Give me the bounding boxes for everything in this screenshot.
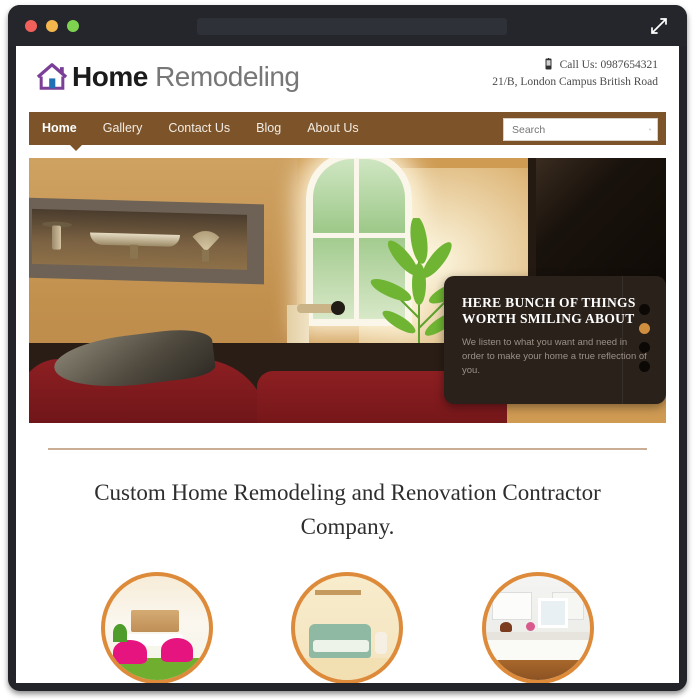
search-box[interactable] [503, 118, 658, 141]
slider-dot-2[interactable] [639, 323, 650, 334]
door-knob [331, 301, 345, 315]
living-rug [295, 658, 400, 680]
browser-window: Home Remodeling Call Us: 0987654321 21/B… [8, 5, 687, 691]
window-controls [25, 20, 79, 32]
page-headline: Custom Home Remodeling and Renovation Co… [94, 480, 601, 539]
dining-chair-right [161, 638, 194, 662]
slider-dot-3[interactable] [639, 342, 650, 353]
dining-room-thumbnail[interactable] [101, 572, 214, 683]
kitchen-window [537, 598, 568, 628]
hero-caption-title: HERE BUNCH OF THINGS WORTH SMILING ABOUT [462, 295, 636, 326]
wall-niche [29, 197, 264, 285]
site-logo[interactable]: Home Remodeling [36, 61, 300, 93]
nav-item-blog[interactable]: Blog [243, 112, 294, 145]
slider-dot-1[interactable] [639, 304, 650, 315]
section-divider [48, 448, 647, 450]
address-bar[interactable] [197, 18, 507, 35]
main-navigation: Home Gallery Contact Us Blog About Us [29, 112, 666, 151]
caption-divider [622, 276, 623, 404]
contact-info: Call Us: 0987654321 21/B, London Campus … [492, 57, 658, 91]
search-icon[interactable] [649, 123, 651, 136]
slider-dot-4[interactable] [639, 361, 650, 372]
niche-interior [32, 208, 247, 270]
phone-line: Call Us: 0987654321 [492, 57, 658, 74]
dining-plant [113, 624, 128, 642]
logo-bold-text: Home [72, 61, 148, 92]
nav-list: Home Gallery Contact Us Blog About Us [29, 112, 372, 145]
living-shelf [315, 590, 362, 595]
search-input[interactable] [510, 119, 649, 140]
house-icon [36, 63, 68, 90]
site-header: Home Remodeling Call Us: 0987654321 21/B… [16, 46, 679, 112]
niche-decor-fan [184, 227, 228, 252]
niche-decor-fan-stem [202, 249, 209, 262]
logo-wordmark: Home Remodeling [72, 63, 300, 91]
dining-chair-left [113, 640, 148, 664]
nav-item-contact-us[interactable]: Contact Us [155, 112, 243, 145]
hero-section: HERE BUNCH OF THINGS WORTH SMILING ABOUT… [29, 158, 666, 423]
living-vase [375, 632, 388, 654]
kitchen-thumbnail[interactable] [481, 572, 594, 683]
mobile-phone-icon [545, 58, 552, 70]
kitchen-pot [499, 622, 512, 632]
kitchen-upper-cabinet-left [491, 592, 532, 620]
kitchen-floor [485, 660, 590, 680]
nav-item-about-us[interactable]: About Us [294, 112, 371, 145]
active-nav-pointer [70, 145, 82, 151]
kitchen-base-cabinets [485, 640, 590, 662]
thumbnail-row [16, 572, 679, 683]
hero-caption-body: We listen to what you want and need in o… [462, 337, 647, 376]
kitchen-flower [525, 622, 535, 631]
maximize-window-button[interactable] [67, 20, 79, 32]
expand-arrows-icon[interactable] [649, 16, 669, 36]
close-window-button[interactable] [25, 20, 37, 32]
address-text: 21/B, London Campus British Road [492, 76, 658, 88]
living-sofa-seat [313, 640, 370, 652]
nav-item-gallery[interactable]: Gallery [90, 112, 156, 145]
niche-decor-bowl-stem [130, 244, 138, 259]
kitchen-counter [485, 632, 590, 640]
phone-text: Call Us: 0987654321 [559, 59, 658, 71]
nav-item-home[interactable]: Home [29, 112, 90, 145]
minimize-window-button[interactable] [46, 20, 58, 32]
television-screen [528, 158, 666, 291]
hero-caption-box: HERE BUNCH OF THINGS WORTH SMILING ABOUT… [444, 276, 666, 404]
niche-decor-cup [52, 225, 61, 250]
logo-light-text: Remodeling [155, 61, 300, 92]
slider-dots [639, 304, 650, 372]
page-viewport: Home Remodeling Call Us: 0987654321 21/B… [16, 46, 679, 683]
living-room-thumbnail[interactable] [291, 572, 404, 683]
dining-wall-panel [131, 610, 180, 632]
hero-slider: HERE BUNCH OF THINGS WORTH SMILING ABOUT… [29, 158, 666, 423]
browser-chrome [8, 5, 687, 46]
